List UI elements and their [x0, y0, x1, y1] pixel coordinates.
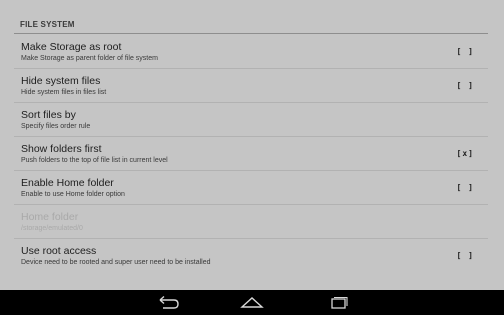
pref-title: Home folder — [21, 211, 79, 223]
pref-title: Make Storage as root — [21, 41, 122, 53]
pref-summary: Device need to be rooted and super user … — [21, 259, 211, 266]
pref-summary: Specify files order rule — [21, 123, 91, 130]
pref-summary: /storage/emulated/0 — [21, 225, 83, 232]
pref-checkbox[interactable]: [x] — [457, 149, 474, 158]
navigation-bar — [0, 290, 504, 315]
pref-title: Sort files by — [21, 109, 76, 121]
pref-home-folder: Home folder /storage/emulated/0 — [14, 205, 488, 239]
pref-show-folders-first[interactable]: Show folders first Push folders to the t… — [14, 137, 488, 171]
pref-enable-home-folder[interactable]: Enable Home folder Enable to use Home fo… — [14, 171, 488, 205]
back-icon[interactable] — [148, 294, 184, 311]
pref-use-root-access[interactable]: Use root access Device need to be rooted… — [14, 239, 488, 273]
pref-summary: Hide system files in files list — [21, 89, 107, 96]
pref-checkbox[interactable]: [ ] — [457, 47, 474, 56]
section-divider — [14, 33, 488, 34]
pref-title: Show folders first — [21, 143, 102, 155]
section-header: FILE SYSTEM — [20, 20, 75, 29]
pref-checkbox[interactable]: [ ] — [457, 183, 474, 192]
pref-title: Enable Home folder — [21, 177, 114, 189]
recents-icon[interactable] — [320, 294, 356, 311]
pref-sort-files-by[interactable]: Sort files by Specify files order rule — [14, 103, 488, 137]
pref-summary: Push folders to the top of file list in … — [21, 157, 168, 164]
pref-title: Hide system files — [21, 75, 101, 87]
pref-checkbox[interactable]: [ ] — [457, 251, 474, 260]
pref-summary: Enable to use Home folder option — [21, 191, 125, 198]
pref-title: Use root access — [21, 245, 97, 257]
pref-make-storage-root[interactable]: Make Storage as root Make Storage as par… — [14, 35, 488, 69]
pref-summary: Make Storage as parent folder of file sy… — [21, 55, 158, 62]
pref-checkbox[interactable]: [ ] — [457, 81, 474, 90]
home-icon[interactable] — [234, 294, 270, 311]
settings-screen: FILE SYSTEM Make Storage as root Make St… — [0, 0, 504, 290]
pref-hide-system-files[interactable]: Hide system files Hide system files in f… — [14, 69, 488, 103]
